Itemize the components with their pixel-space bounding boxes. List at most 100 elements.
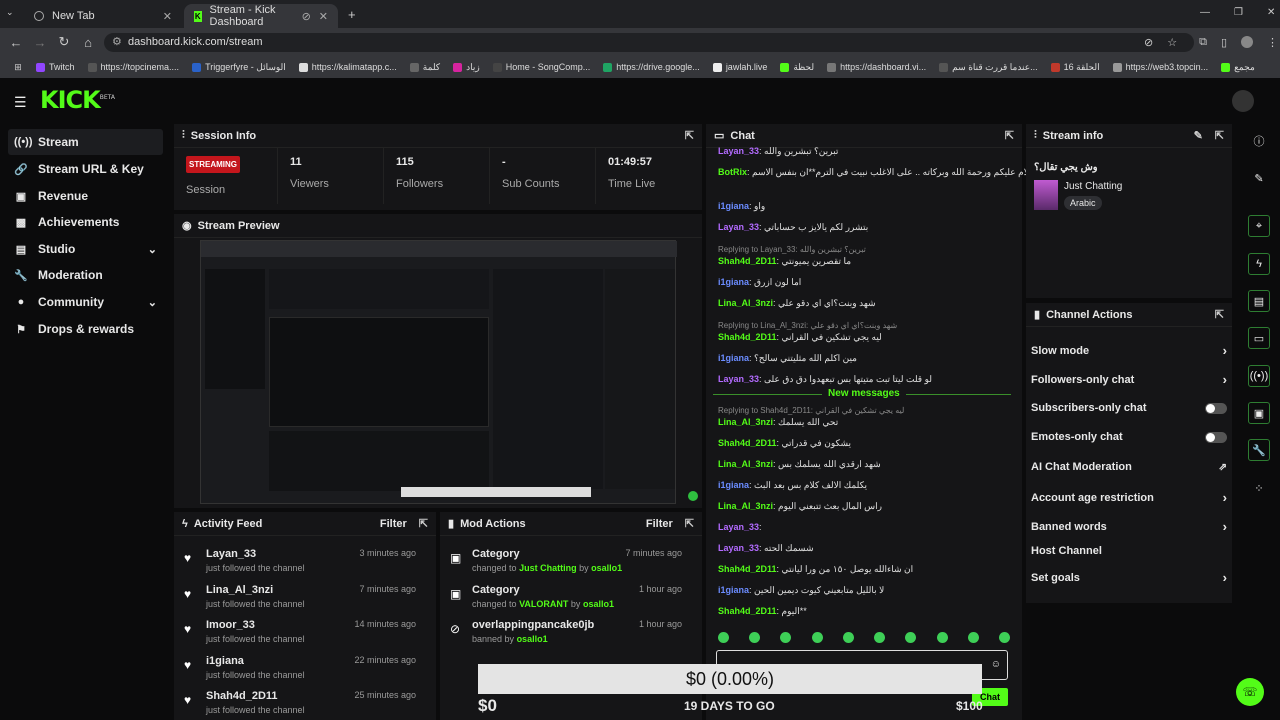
expand-icon[interactable]: ⇱ — [685, 129, 694, 142]
subscribers-only-toggle[interactable] — [1205, 402, 1227, 414]
clipboard-icon[interactable]: ▤ — [1248, 290, 1270, 312]
preview-video[interactable] — [200, 240, 698, 504]
chat-username[interactable]: Shah4d_2D11 — [718, 606, 777, 616]
bolt-icon[interactable]: ϟ — [1248, 253, 1270, 275]
bookmark[interactable]: Triggerfyre - الوسائل — [192, 62, 286, 73]
bookmark[interactable]: jawlah.live — [712, 62, 767, 72]
sidebar-item-stream[interactable]: ((•)) Stream — [8, 129, 163, 155]
chat-username[interactable]: Layan_33 — [718, 522, 759, 532]
star-icon[interactable]: ☆ — [1167, 36, 1177, 49]
tab-new-tab[interactable]: New Tab ✕ — [24, 4, 182, 28]
back-icon[interactable]: ← — [4, 35, 28, 50]
camera-off-icon[interactable]: ⊘ — [1144, 36, 1153, 49]
emote-icon[interactable] — [874, 632, 886, 643]
mute-icon[interactable]: ⊘ — [302, 10, 311, 23]
emote-icon[interactable] — [936, 632, 948, 643]
emote-icon[interactable] — [811, 632, 823, 643]
expand-icon[interactable]: ⇱ — [1005, 129, 1014, 142]
chat-bubble-icon[interactable]: ▭ — [1248, 327, 1270, 349]
chat-username[interactable]: Lina_Al_3nzi — [718, 459, 773, 469]
chat-username[interactable]: Shah4d_2D11 — [718, 256, 777, 266]
bookmark[interactable]: كلمة — [409, 62, 440, 73]
extensions-icon[interactable]: ⧉ — [1199, 36, 1207, 49]
apps-dots-icon[interactable]: ⁘ — [1248, 477, 1270, 499]
bookmark[interactable]: https://web3.topcin... — [1112, 62, 1208, 72]
target-icon[interactable]: ⌖ — [1248, 215, 1270, 237]
chat-username[interactable]: Layan_33 — [718, 146, 759, 156]
broadcast-icon[interactable]: ((•)) — [1248, 365, 1270, 387]
expand-icon[interactable]: ⇱ — [685, 517, 694, 530]
menu-dots-icon[interactable]: ⋮ — [1267, 36, 1278, 49]
bookmark[interactable]: Home - SongComp... — [492, 62, 590, 72]
tab-kick-dashboard[interactable]: K Stream - Kick Dashboard ⊘ ✕ — [184, 4, 338, 28]
bookmark[interactable]: مجمع — [1221, 62, 1255, 73]
set-goals-row[interactable]: Set goals › — [1031, 570, 1227, 585]
edit-icon[interactable]: ✎ — [1194, 129, 1203, 142]
followers-only-row[interactable]: Followers-only chat › — [1031, 372, 1227, 387]
forward-icon[interactable]: → — [28, 35, 52, 50]
wrench-icon[interactable]: 🔧 — [1248, 439, 1270, 461]
emote-icon[interactable] — [749, 632, 761, 643]
bookmark[interactable]: https://topcinema.... — [87, 62, 179, 72]
bookmark[interactable]: الحلقة 16 — [1050, 62, 1100, 73]
close-icon[interactable]: ✕ — [319, 10, 328, 23]
pencil-icon[interactable]: ✎ — [1248, 167, 1270, 189]
sidebar-item-revenue[interactable]: ▣ Revenue — [8, 183, 163, 209]
bookmark[interactable]: https://dashboard.vi... — [827, 62, 926, 72]
new-tab-icon[interactable]: + — [348, 7, 356, 22]
emote-icon[interactable] — [780, 632, 792, 643]
chat-username[interactable]: Layan_33 — [718, 543, 759, 553]
ai-chat-moderation-row[interactable]: AI Chat Moderation ⇗ — [1031, 461, 1227, 473]
sidebar-item-achievements[interactable]: ▩ Achievements — [8, 209, 163, 235]
filter-button[interactable]: Filter — [380, 518, 407, 530]
support-icon[interactable]: ☏ — [1236, 678, 1264, 706]
expand-icon[interactable]: ⇱ — [1215, 129, 1224, 142]
minimize-icon[interactable]: — — [1200, 7, 1210, 18]
bookmark[interactable]: زياد — [453, 62, 480, 73]
chat-username[interactable]: Layan_33 — [718, 222, 759, 232]
slow-mode-row[interactable]: Slow mode › — [1031, 343, 1227, 358]
account-age-row[interactable]: Account age restriction › — [1031, 490, 1227, 505]
restore-icon[interactable]: ❐ — [1234, 7, 1243, 18]
chat-username[interactable]: i1giana — [718, 480, 749, 490]
address-bar[interactable]: ⚙ dashboard.kick.com/stream — [104, 33, 1194, 52]
stream-category[interactable]: Just Chatting — [1064, 181, 1122, 192]
chat-username[interactable]: Shah4d_2D11 — [718, 564, 777, 574]
chat-username[interactable]: i1giana — [718, 277, 749, 287]
bookmark[interactable]: Twitch — [36, 62, 75, 72]
home-icon[interactable]: ⌂ — [76, 35, 100, 50]
monitor-icon[interactable]: ▣ — [1248, 402, 1270, 424]
emoji-picker-icon[interactable]: ☺ — [991, 659, 1001, 670]
chat-username[interactable]: Layan_33 — [718, 374, 759, 384]
sidebar-item-stream-url-key[interactable]: 🔗 Stream URL & Key — [8, 156, 163, 182]
emote-icon[interactable] — [842, 632, 854, 643]
close-icon[interactable]: ✕ — [163, 10, 172, 23]
site-info-icon[interactable]: ⚙ — [112, 33, 122, 52]
bookmark[interactable]: https://drive.google... — [603, 62, 700, 72]
hamburger-icon[interactable]: ☰ — [14, 94, 27, 111]
emote-icon[interactable] — [998, 632, 1010, 643]
emote-icon[interactable] — [905, 632, 917, 643]
bookmark[interactable]: عندما قررت قناة سم... — [939, 62, 1038, 73]
chat-username[interactable]: i1giana — [718, 353, 749, 363]
chat-username[interactable]: BotRix — [718, 167, 747, 177]
banned-words-row[interactable]: Banned words › — [1031, 519, 1227, 534]
info-icon[interactable]: ⓘ — [1248, 130, 1270, 152]
sidepanel-icon[interactable]: ▯ — [1221, 36, 1227, 49]
emote-icon[interactable] — [718, 632, 729, 643]
expand-icon[interactable]: ⇱ — [419, 517, 428, 530]
emote-icon[interactable] — [967, 632, 979, 643]
chat-username[interactable]: i1giana — [718, 201, 749, 211]
kick-logo[interactable]: KICKBETA — [40, 86, 115, 114]
tab-search-icon[interactable]: ⌄ — [6, 7, 14, 18]
host-channel-row[interactable]: Host Channel — [1031, 545, 1227, 557]
chat-username[interactable]: Shah4d_2D11 — [718, 438, 777, 448]
emotes-only-toggle[interactable] — [1205, 431, 1227, 443]
bookmark[interactable]: https://kalimatapp.c... — [298, 62, 397, 72]
user-avatar[interactable] — [1232, 90, 1254, 112]
profile-avatar[interactable] — [1241, 36, 1254, 48]
expand-icon[interactable]: ⇱ — [1215, 308, 1224, 321]
sidebar-item-community[interactable]: ● Community ⌄ — [8, 289, 163, 315]
chat-username[interactable]: Lina_Al_3nzi — [718, 501, 773, 511]
chat-username[interactable]: Lina_Al_3nzi — [718, 298, 773, 308]
